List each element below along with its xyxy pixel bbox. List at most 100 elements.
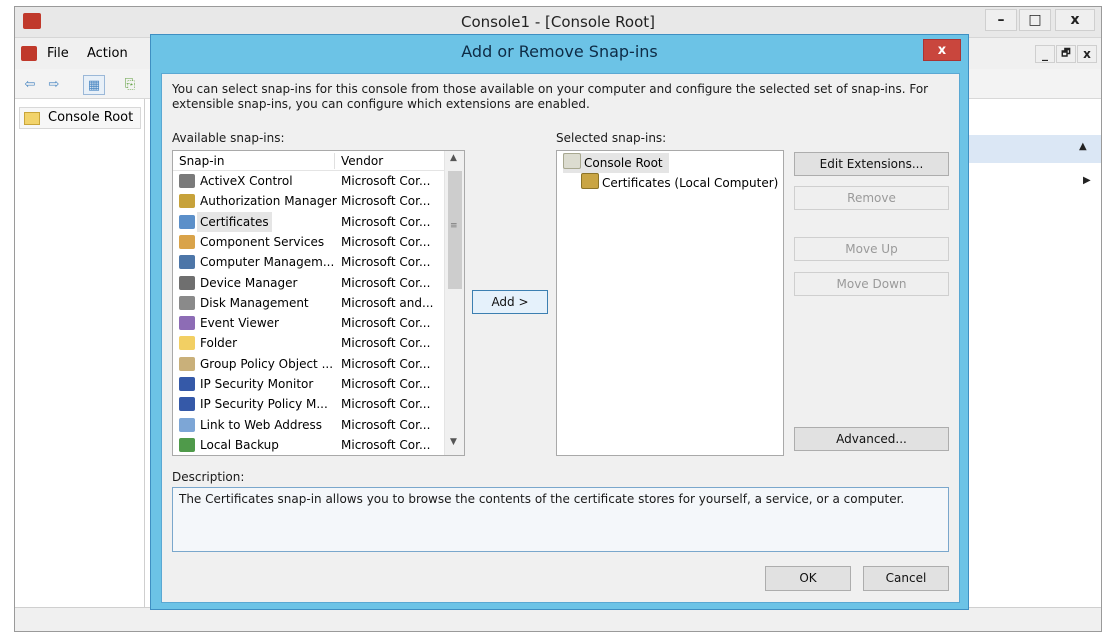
certificate-icon <box>179 214 195 229</box>
forward-arrow-icon[interactable]: ⇨ <box>43 75 65 95</box>
event-icon <box>179 316 195 331</box>
move-down-button[interactable]: Move Down <box>794 272 949 296</box>
column-snapin[interactable]: Snap-in <box>179 151 224 171</box>
column-divider <box>334 153 335 169</box>
snapin-vendor: Microsoft and... <box>341 295 434 310</box>
ok-button[interactable]: OK <box>765 566 851 591</box>
child-minimize-button[interactable]: _ <box>1035 45 1055 63</box>
snapin-name: Link to Web Address <box>200 417 323 432</box>
advanced-button[interactable]: Advanced... <box>794 427 949 451</box>
snapin-rows: ActiveX Control Microsoft Cor... Authoriza… <box>173 171 444 455</box>
computer-icon <box>179 255 195 270</box>
add-remove-snapins-dialog: Add or Remove Snap-ins x You can select … <box>150 34 969 610</box>
snapin-name: Event Viewer <box>200 316 279 331</box>
selected-item-label: Console Root <box>584 156 663 170</box>
link-icon <box>179 417 195 432</box>
available-snapins-list[interactable]: Snap-in Vendor ActiveX Control Microsoft … <box>172 150 465 456</box>
component-icon <box>179 234 195 249</box>
snapin-vendor: Microsoft Cor... <box>341 234 431 249</box>
snapin-name: Local Backup <box>200 437 279 452</box>
restore-button[interactable]: □ <box>1019 9 1051 31</box>
snapin-name: Group Policy Object ... <box>200 356 334 371</box>
mmc-window-title: Console1 - [Console Root] <box>460 13 656 31</box>
snapin-vendor: Microsoft Cor... <box>341 214 431 229</box>
selected-item-console-root[interactable]: Console Root <box>563 153 669 173</box>
list-scrollbar[interactable]: ▲ ≡ ▼ <box>444 151 464 455</box>
snapin-row[interactable]: Group Policy Object ... Microsoft Cor... <box>173 354 444 374</box>
snapin-name: Certificates <box>197 211 272 232</box>
snapin-row[interactable]: Computer Managem... Microsoft Cor... <box>173 252 444 272</box>
menu-file[interactable]: File <box>47 38 69 70</box>
description-text: The Certificates snap-in allows you to b… <box>179 492 905 506</box>
snapin-row[interactable]: ActiveX Control Microsoft Cor... <box>173 171 444 191</box>
dialog-intro-text: You can select snap-ins for this console… <box>172 82 929 111</box>
snapin-row[interactable]: Local Backup Microsoft Cor... <box>173 435 444 455</box>
selected-item-label: Certificates (Local Computer) <box>602 176 779 190</box>
folder-icon <box>563 153 581 169</box>
scroll-up-icon[interactable]: ▲ <box>450 153 457 163</box>
list-header: Snap-in Vendor <box>173 151 444 171</box>
snapin-vendor: Microsoft Cor... <box>341 356 431 371</box>
selected-snapins-list[interactable]: Console Root Certificates (Local Compute… <box>556 150 784 456</box>
minimize-button[interactable]: – <box>985 9 1017 31</box>
move-up-button[interactable]: Move Up <box>794 237 949 261</box>
snapin-row[interactable]: Device Manager Microsoft Cor... <box>173 273 444 293</box>
export-list-icon[interactable]: ⎘ <box>119 75 141 95</box>
snapin-vendor: Microsoft Cor... <box>341 194 431 209</box>
folder-icon <box>24 112 40 125</box>
snapin-name: ActiveX Control <box>200 174 293 188</box>
snapin-vendor: Microsoft Cor... <box>341 417 431 432</box>
disk-icon <box>179 295 195 310</box>
snapin-vendor: Microsoft Cor... <box>341 377 431 391</box>
snapin-vendor: Microsoft Cor... <box>341 316 431 331</box>
child-close-button[interactable]: x <box>1077 45 1097 63</box>
close-button[interactable]: x <box>1055 9 1095 31</box>
snapin-vendor: Microsoft Cor... <box>341 397 431 412</box>
snapin-row[interactable]: Event Viewer Microsoft Cor... <box>173 313 444 333</box>
collapse-up-icon[interactable]: ▲ <box>1079 141 1087 152</box>
security-icon <box>179 397 195 412</box>
column-vendor[interactable]: Vendor <box>341 151 383 171</box>
available-snapins-label: Available snap-ins: <box>172 131 285 145</box>
menu-action[interactable]: Action <box>87 38 128 70</box>
edit-extensions-button[interactable]: Edit Extensions... <box>794 152 949 176</box>
expand-right-icon[interactable]: ▶ <box>1083 175 1091 186</box>
console-icon <box>21 46 37 61</box>
snapin-vendor: Microsoft Cor... <box>341 437 431 452</box>
tree-item-label: Console Root <box>48 110 134 125</box>
snapin-row[interactable]: Certificates Microsoft Cor... <box>173 211 444 232</box>
dialog-close-button[interactable]: x <box>923 39 961 61</box>
description-label: Description: <box>172 470 245 484</box>
snapin-row[interactable]: IP Security Monitor Microsoft Cor... <box>173 374 444 394</box>
cancel-button[interactable]: Cancel <box>863 566 949 591</box>
tree-item-console-root[interactable]: Console Root <box>19 107 141 129</box>
snapin-name: Computer Managem... <box>200 255 335 270</box>
authorization-icon <box>179 194 195 209</box>
snapin-row[interactable]: Authorization Manager Microsoft Cor... <box>173 191 444 211</box>
remove-button[interactable]: Remove <box>794 186 949 210</box>
snapin-row[interactable]: Folder Microsoft Cor... <box>173 333 444 353</box>
scroll-grip-icon: ≡ <box>450 221 458 231</box>
snapin-row[interactable]: Link to Web Address Microsoft Cor... <box>173 415 444 435</box>
snapin-row[interactable]: Disk Management Microsoft and... <box>173 293 444 313</box>
selected-item-certificates[interactable]: Certificates (Local Computer) <box>581 173 778 193</box>
snapin-row[interactable]: Component Services Microsoft Cor... <box>173 232 444 252</box>
certificate-icon <box>581 173 599 189</box>
mmc-status-bar <box>15 607 1101 631</box>
scroll-down-icon[interactable]: ▼ <box>450 437 457 447</box>
add-button[interactable]: Add > <box>472 290 548 314</box>
backup-icon <box>179 437 195 452</box>
snapin-name: IP Security Monitor <box>200 377 314 391</box>
snapin-name: Authorization Manager <box>200 194 337 209</box>
security-icon <box>179 377 195 391</box>
snapin-name: Disk Management <box>200 295 309 310</box>
snapin-row[interactable]: IP Security Policy M... Microsoft Cor... <box>173 394 444 414</box>
snapin-name: Component Services <box>200 234 325 249</box>
child-restore-button[interactable]: 🗗 <box>1056 45 1076 63</box>
back-arrow-icon[interactable]: ⇦ <box>19 75 41 95</box>
snapin-vendor: Microsoft Cor... <box>341 275 431 290</box>
snapin-vendor: Microsoft Cor... <box>341 174 431 188</box>
show-hide-tree-icon[interactable]: ▦ <box>83 75 105 95</box>
snapin-vendor: Microsoft Cor... <box>341 255 431 270</box>
policy-icon <box>179 356 195 371</box>
